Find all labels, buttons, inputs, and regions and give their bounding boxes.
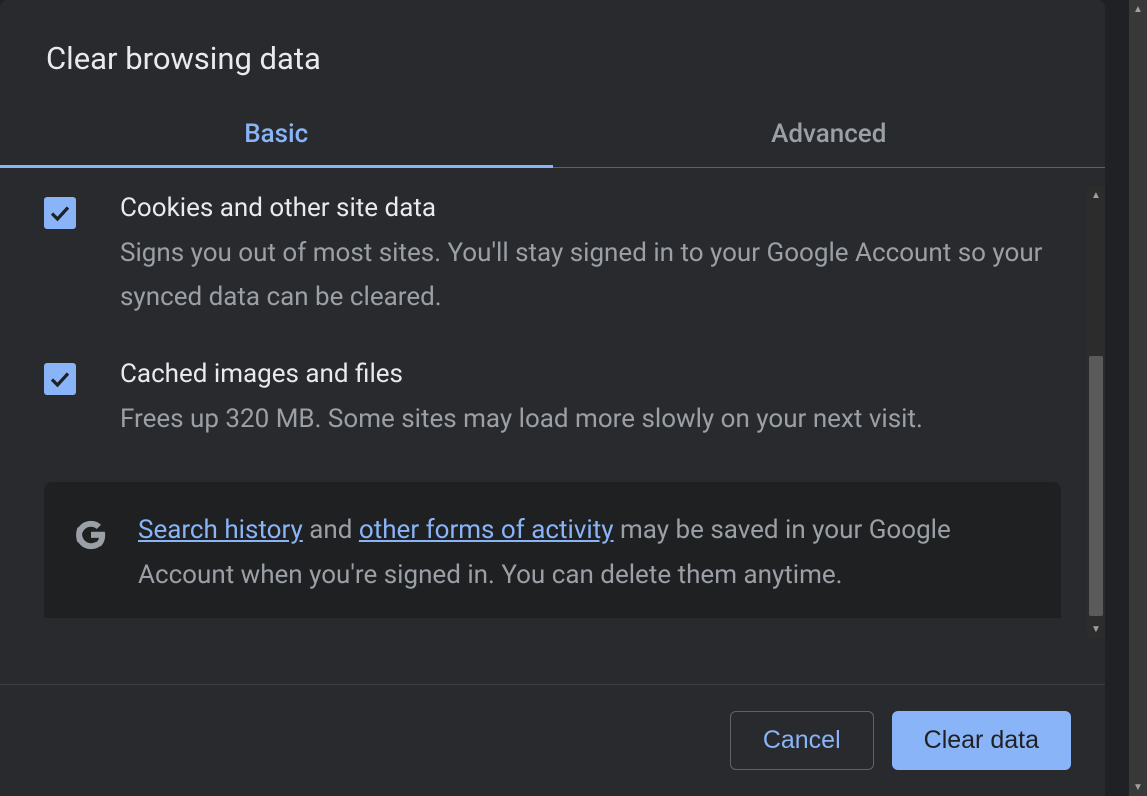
clear-browsing-data-dialog: Clear browsing data Basic Advanced Cooki… [0, 0, 1105, 796]
cancel-button-label: Cancel [763, 726, 841, 754]
option-cache-title: Cached images and files [120, 359, 1061, 389]
check-icon [48, 201, 72, 225]
tab-basic[interactable]: Basic [0, 101, 553, 167]
tab-advanced-label: Advanced [771, 119, 886, 149]
dialog-content: Cookies and other site data Signs you ou… [0, 168, 1105, 618]
clear-data-button-label: Clear data [924, 726, 1039, 754]
option-cookies: Cookies and other site data Signs you ou… [44, 193, 1061, 319]
scroll-up-icon[interactable]: ▲ [1129, 0, 1147, 18]
scrollbar-thumb[interactable] [1089, 356, 1103, 616]
info-mid1: and [303, 515, 359, 545]
clear-data-button[interactable]: Clear data [892, 711, 1071, 770]
option-cookies-desc: Signs you out of most sites. You'll stay… [120, 231, 1061, 319]
google-account-info: Search history and other forms of activi… [44, 482, 1061, 618]
scroll-down-icon[interactable]: ▼ [1129, 778, 1147, 796]
option-cache: Cached images and files Frees up 320 MB.… [44, 359, 1061, 441]
tab-advanced[interactable]: Advanced [553, 101, 1106, 167]
cancel-button[interactable]: Cancel [730, 711, 874, 770]
google-g-icon [74, 518, 108, 552]
option-cache-text: Cached images and files Frees up 320 MB.… [120, 359, 1061, 441]
search-history-link[interactable]: Search history [138, 515, 303, 545]
window-scrollbar[interactable]: ▲ ▼ [1129, 0, 1147, 796]
option-cookies-title: Cookies and other site data [120, 193, 1061, 223]
scroll-down-icon[interactable]: ▼ [1087, 620, 1105, 638]
option-cookies-text: Cookies and other site data Signs you ou… [120, 193, 1061, 319]
content-scrollbar[interactable]: ▲ ▼ [1087, 186, 1105, 638]
dialog-header: Clear browsing data [0, 0, 1105, 101]
option-cache-desc: Frees up 320 MB. Some sites may load mor… [120, 397, 1061, 441]
check-icon [48, 367, 72, 391]
dialog-title: Clear browsing data [46, 40, 1059, 77]
other-activity-link[interactable]: other forms of activity [359, 515, 614, 545]
tab-basic-label: Basic [244, 119, 308, 149]
scroll-up-icon[interactable]: ▲ [1087, 186, 1105, 204]
dialog-footer: Cancel Clear data [0, 684, 1105, 796]
tab-bar: Basic Advanced [0, 101, 1105, 168]
checkbox-cookies[interactable] [44, 197, 76, 229]
checkbox-cache[interactable] [44, 363, 76, 395]
info-text: Search history and other forms of activi… [138, 508, 1031, 599]
